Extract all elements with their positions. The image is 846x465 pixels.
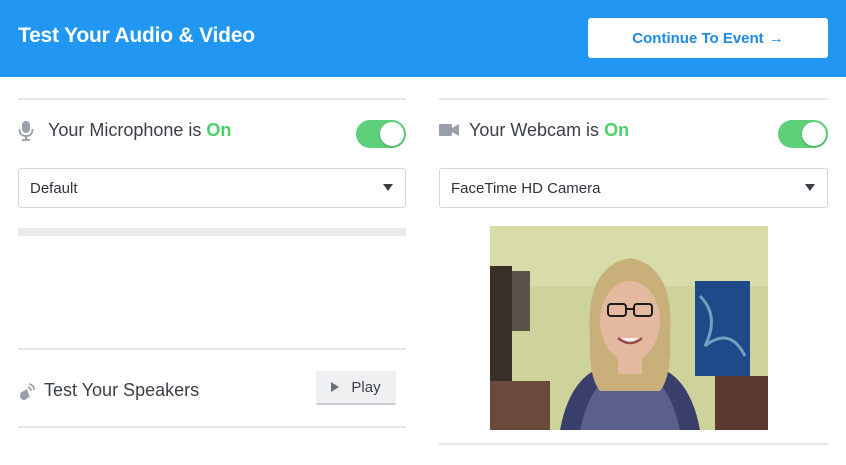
microphone-level-meter (18, 228, 406, 236)
toggle-knob (380, 122, 404, 146)
page-title: Test Your Audio & Video (18, 24, 255, 47)
test-speakers-label: Test Your Speakers (44, 379, 200, 400)
microphone-select[interactable]: Default (18, 168, 406, 208)
divider (18, 426, 406, 428)
continue-to-event-button[interactable]: Continue To Event → (588, 18, 828, 58)
speaker-icon (18, 383, 36, 401)
microphone-header: Your Microphone is On (18, 118, 231, 142)
divider (439, 98, 828, 100)
microphone-status: On (206, 119, 232, 140)
webcam-status: On (604, 119, 630, 140)
divider (18, 98, 406, 100)
video-camera-icon (439, 123, 459, 137)
play-button-label: Play (351, 378, 381, 396)
chevron-down-icon (383, 184, 393, 191)
webcam-preview-image (490, 226, 768, 430)
microphone-icon (18, 119, 34, 141)
webcam-preview (490, 226, 768, 430)
webcam-select-value: FaceTime HD Camera (451, 179, 601, 197)
continue-button-label: Continue To Event (632, 29, 764, 47)
webcam-toggle[interactable] (778, 120, 828, 148)
header-bar: Test Your Audio & Video Continue To Even… (0, 0, 846, 77)
microphone-select-value: Default (30, 179, 78, 197)
chevron-down-icon (805, 184, 815, 191)
webcam-select[interactable]: FaceTime HD Camera (439, 168, 828, 208)
toggle-knob (802, 122, 826, 146)
play-button[interactable]: Play (316, 371, 396, 405)
play-icon (331, 382, 340, 392)
microphone-label: Your Microphone is (48, 119, 202, 140)
webcam-header: Your Webcam is On (439, 118, 629, 142)
divider (439, 443, 828, 445)
speakers-row: Test Your Speakers (18, 378, 199, 402)
microphone-toggle[interactable] (356, 120, 406, 148)
arrow-right-icon: → (768, 29, 784, 47)
divider (18, 348, 406, 350)
webcam-label: Your Webcam is (469, 119, 600, 140)
